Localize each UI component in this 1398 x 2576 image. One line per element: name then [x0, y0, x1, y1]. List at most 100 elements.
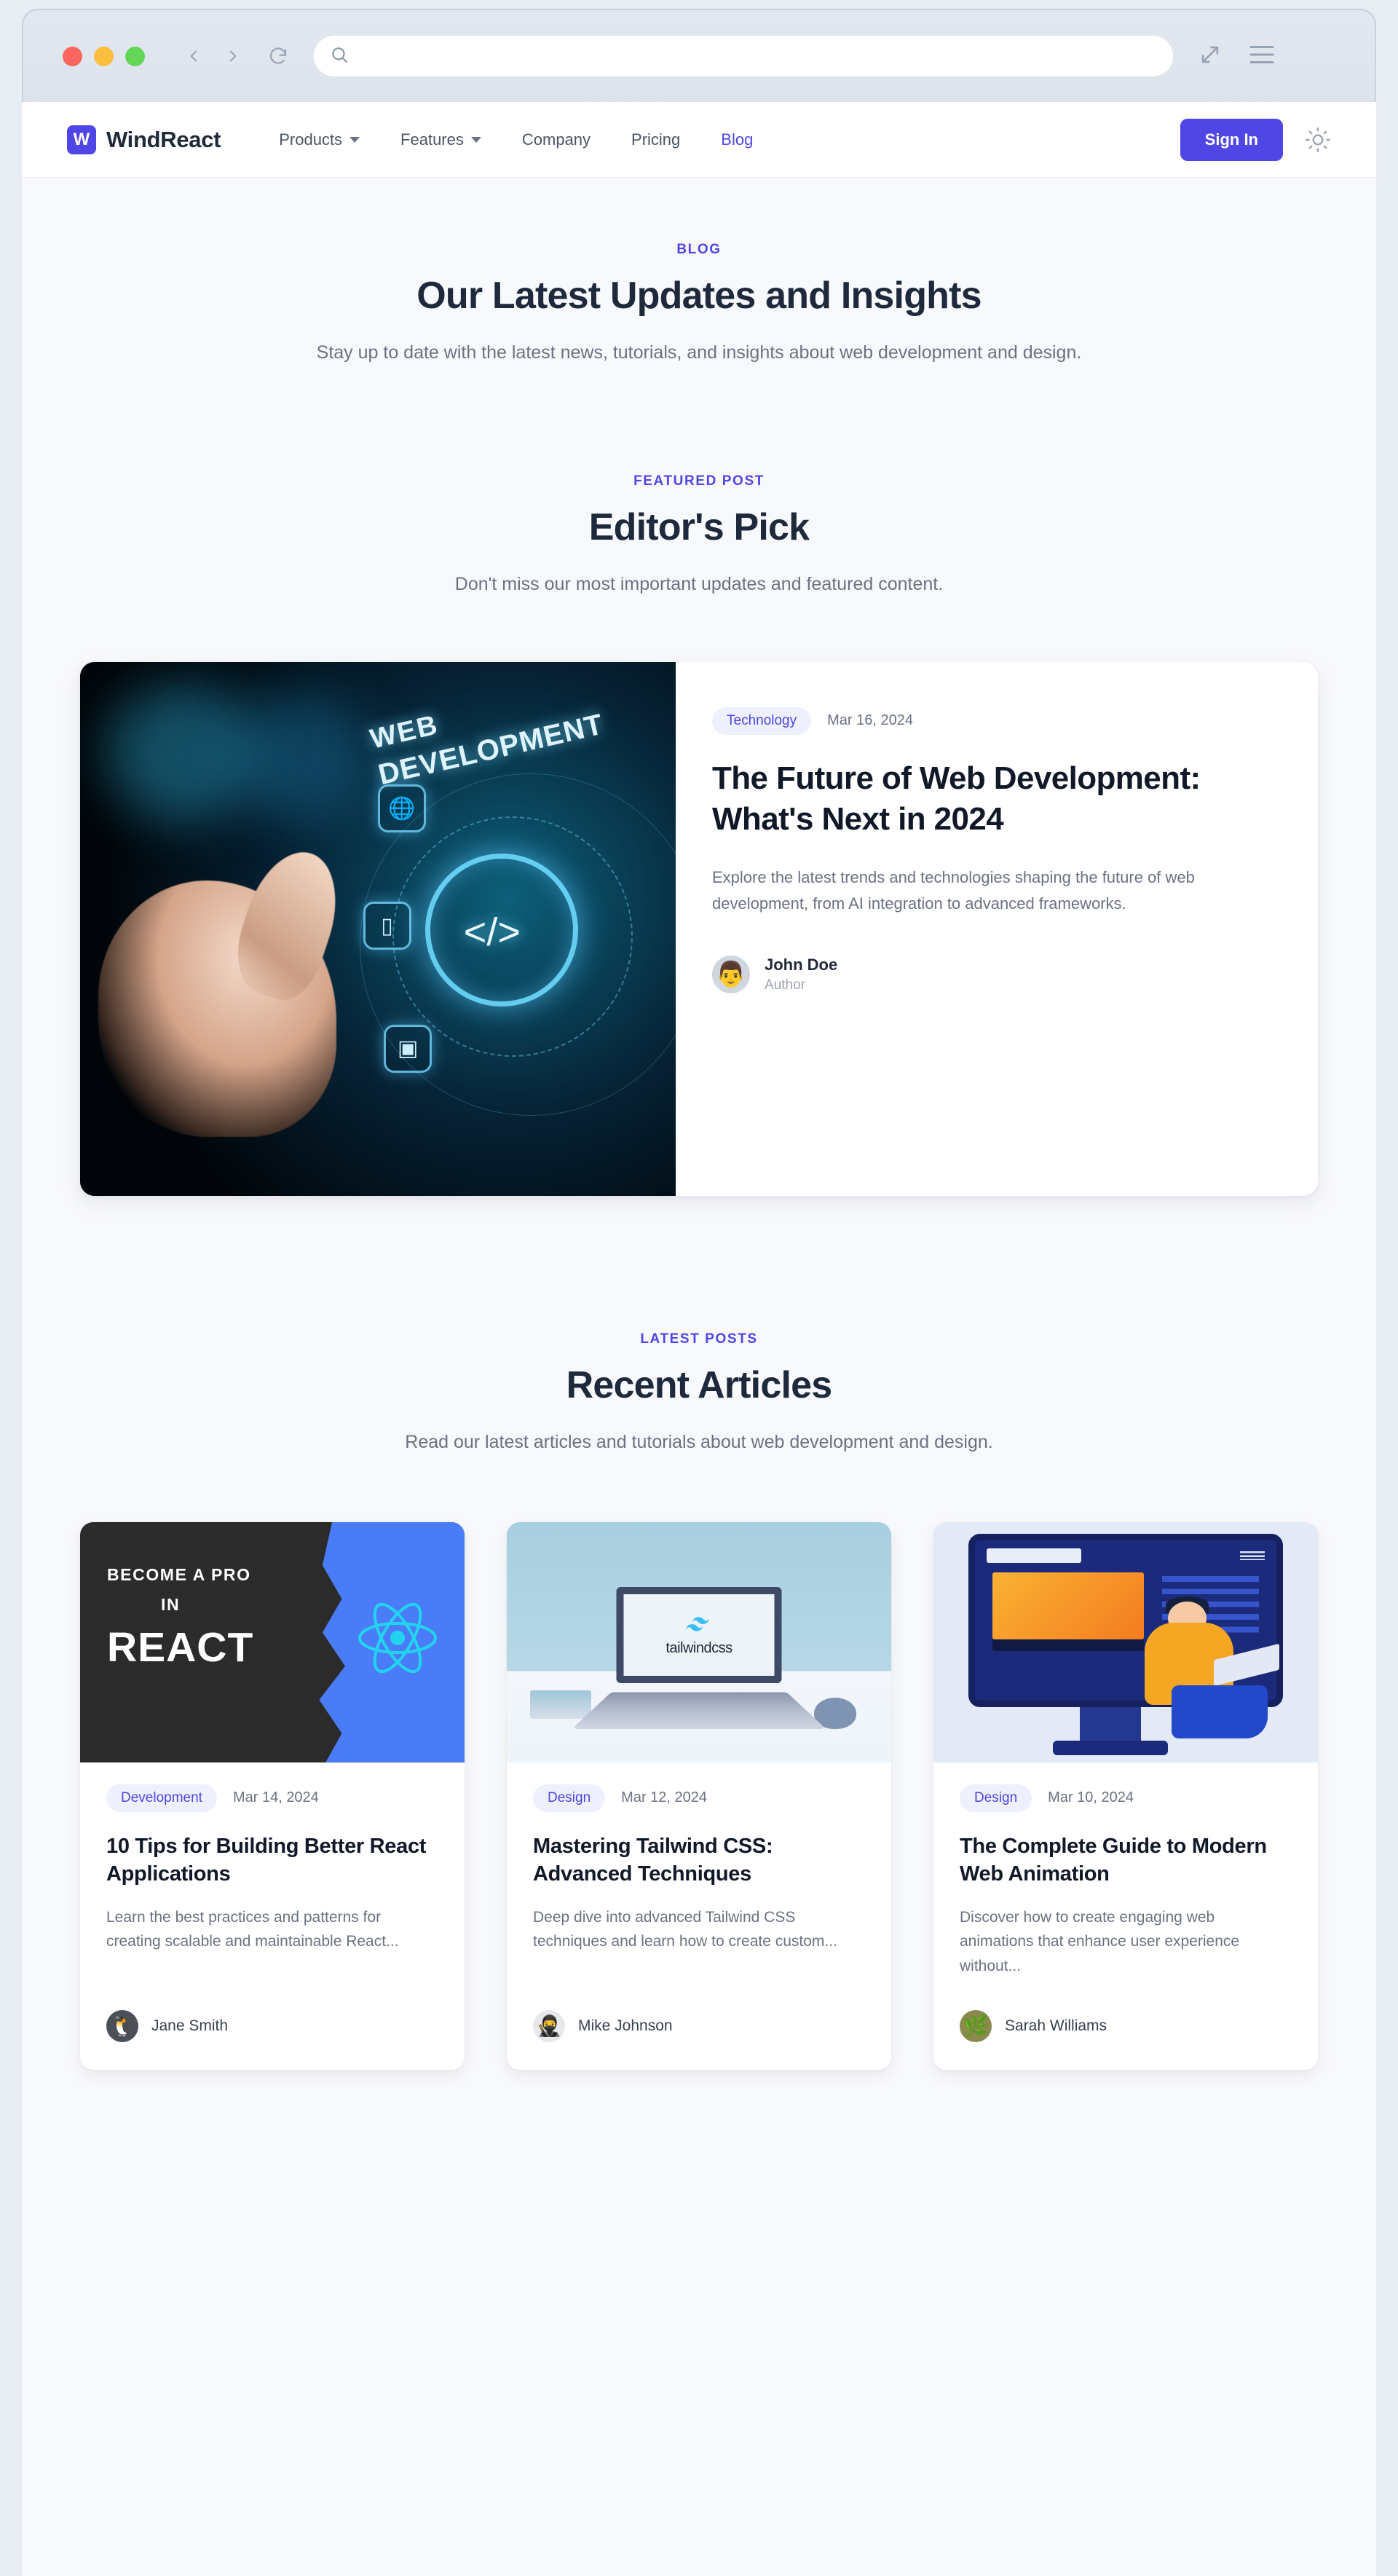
- nav-label: Products: [279, 130, 343, 149]
- post-thumbnail: BECOME A PRO IN REACT: [80, 1521, 465, 1762]
- post-meta: Design Mar 10, 2024: [960, 1784, 1292, 1812]
- recent-articles-grid: BECOME A PRO IN REACT Development Mar 14…: [80, 1521, 1318, 2070]
- chevron-down-icon: [350, 136, 360, 143]
- avatar: 🌿: [960, 2009, 992, 2042]
- header-actions: Sign In: [1180, 118, 1331, 161]
- chevron-left-icon[interactable]: [184, 47, 203, 66]
- post-excerpt: Discover how to create engaging web anim…: [960, 1909, 1240, 1974]
- post-author: 🐧 Jane Smith: [106, 1978, 438, 2042]
- post-author: 🌿 Sarah Williams: [960, 1978, 1292, 2042]
- hero-subtitle: Stay up to date with the latest news, tu…: [316, 342, 1082, 363]
- page-viewport: W WindReact Products Features Company Pr…: [22, 102, 1376, 2576]
- latest-subtitle: Read our latest articles and tutorials a…: [405, 1431, 993, 1452]
- sun-icon[interactable]: [1305, 127, 1331, 153]
- thumb-text-line2: IN: [160, 1595, 181, 1615]
- author-name: John Doe: [765, 956, 838, 974]
- close-window-button[interactable]: [63, 46, 82, 66]
- reload-icon[interactable]: [267, 45, 289, 67]
- brand-name: WindReact: [106, 126, 221, 152]
- nav-item-company[interactable]: Company: [502, 123, 611, 157]
- latest-title: Recent Articles: [566, 1363, 832, 1406]
- publish-date: Mar 12, 2024: [621, 1789, 708, 1806]
- featured-post-title[interactable]: The Future of Web Development: What's Ne…: [712, 758, 1244, 840]
- post-meta: Development Mar 14, 2024: [106, 1784, 438, 1812]
- author-role: Author: [765, 977, 805, 993]
- post-body: Design Mar 10, 2024 The Complete Guide t…: [933, 1762, 1318, 2070]
- post-excerpt: Deep dive into advanced Tailwind CSS tec…: [533, 1909, 837, 1950]
- category-badge[interactable]: Design: [960, 1784, 1032, 1812]
- post-author: 🥷 Mike Johnson: [533, 1978, 865, 2042]
- latest-section-header: LATEST POSTS Recent Articles Read our la…: [22, 1331, 1376, 1455]
- search-icon: [330, 45, 349, 68]
- post-body: Design Mar 12, 2024 Mastering Tailwind C…: [507, 1762, 891, 2070]
- category-badge[interactable]: Development: [106, 1784, 217, 1812]
- post-title[interactable]: 10 Tips for Building Better React Applic…: [106, 1832, 438, 1888]
- post-card[interactable]: tailwindcss Design Mar 12, 2024 Masterin…: [507, 1521, 891, 2070]
- category-badge[interactable]: Design: [533, 1784, 606, 1812]
- post-thumbnail: [933, 1521, 1318, 1762]
- author-name: Sarah Williams: [1005, 2017, 1107, 2034]
- browser-chrome: [22, 9, 1376, 102]
- window-controls: [63, 46, 145, 66]
- post-card[interactable]: Design Mar 10, 2024 The Complete Guide t…: [933, 1521, 1318, 2070]
- featured-post-image: </> 🌐 ▯ ▣ WEB DEVELOPMENT: [80, 661, 676, 1196]
- latest-eyebrow: LATEST POSTS: [640, 1331, 758, 1347]
- main-navigation: Products Features Company Pricing Blog: [258, 123, 773, 157]
- thumb-text-tailwind: tailwindcss: [666, 1640, 732, 1657]
- brand-logo[interactable]: W WindReact: [67, 125, 221, 154]
- post-excerpt: Learn the best practices and patterns fo…: [106, 1909, 399, 1950]
- browser-navigation: [184, 45, 289, 67]
- post-title[interactable]: Mastering Tailwind CSS: Advanced Techniq…: [533, 1832, 865, 1888]
- post-thumbnail: tailwindcss: [507, 1521, 891, 1762]
- sign-in-button[interactable]: Sign In: [1180, 118, 1283, 161]
- publish-date: Mar 10, 2024: [1048, 1789, 1134, 1806]
- blog-hero-section: BLOG Our Latest Updates and Insights Sta…: [22, 178, 1376, 366]
- nav-item-features[interactable]: Features: [380, 123, 502, 157]
- nav-label: Company: [521, 130, 591, 149]
- featured-post-card[interactable]: </> 🌐 ▯ ▣ WEB DEVELOPMENT Technology Mar…: [80, 661, 1318, 1196]
- post-title[interactable]: The Complete Guide to Modern Web Animati…: [960, 1832, 1292, 1888]
- hero-eyebrow: BLOG: [676, 242, 722, 257]
- chevron-right-icon[interactable]: [224, 47, 242, 66]
- nav-label: Pricing: [631, 130, 681, 149]
- nav-item-products[interactable]: Products: [258, 123, 380, 157]
- featured-section-header: FEATURED POST Editor's Pick Don't miss o…: [22, 473, 1376, 597]
- featured-post-meta: Technology Mar 16, 2024: [712, 706, 1265, 735]
- url-input[interactable]: [356, 47, 1157, 66]
- featured-title: Editor's Pick: [588, 506, 810, 549]
- post-body: Development Mar 14, 2024 10 Tips for Bui…: [80, 1762, 465, 2070]
- hamburger-menu-icon[interactable]: [1249, 44, 1275, 69]
- nav-label: Blog: [721, 130, 754, 149]
- monitor-icon: ▣: [384, 1024, 433, 1073]
- nav-item-pricing[interactable]: Pricing: [611, 123, 700, 157]
- nav-item-blog[interactable]: Blog: [700, 123, 773, 157]
- maximize-window-button[interactable]: [125, 46, 145, 66]
- featured-post-author: 👨 John Doe Author: [712, 956, 1265, 994]
- category-badge[interactable]: Technology: [712, 706, 812, 735]
- site-header: W WindReact Products Features Company Pr…: [22, 102, 1376, 178]
- publish-date: Mar 16, 2024: [827, 712, 913, 728]
- thumb-text-line1: BECOME A PRO: [106, 1565, 251, 1585]
- post-meta: Design Mar 12, 2024: [533, 1784, 865, 1812]
- featured-eyebrow: FEATURED POST: [633, 473, 765, 489]
- author-name: Jane Smith: [151, 2017, 229, 2034]
- page-title: Our Latest Updates and Insights: [416, 275, 982, 317]
- browser-toolbar-right: [1198, 42, 1275, 71]
- expand-arrow-icon[interactable]: [1198, 42, 1223, 71]
- publish-date: Mar 14, 2024: [232, 1789, 319, 1806]
- chevron-down-icon: [470, 136, 481, 143]
- author-name: Mike Johnson: [578, 2017, 673, 2034]
- post-card[interactable]: BECOME A PRO IN REACT Development Mar 14…: [80, 1521, 465, 2070]
- avatar: 👨: [712, 956, 750, 994]
- avatar: 🐧: [106, 2009, 138, 2042]
- brand-mark-icon: W: [67, 125, 96, 154]
- minimize-window-button[interactable]: [94, 46, 114, 66]
- thumb-text-line3: REACT: [106, 1624, 254, 1671]
- globe-icon: 🌐: [378, 784, 426, 833]
- featured-post-body: Technology Mar 16, 2024 The Future of We…: [676, 662, 1318, 1196]
- nav-label: Features: [400, 130, 464, 149]
- featured-post-excerpt: Explore the latest trends and technologi…: [712, 868, 1195, 913]
- mobile-icon: ▯: [363, 902, 411, 950]
- featured-subtitle: Don't miss our most important updates an…: [454, 574, 944, 595]
- address-bar[interactable]: [314, 36, 1173, 76]
